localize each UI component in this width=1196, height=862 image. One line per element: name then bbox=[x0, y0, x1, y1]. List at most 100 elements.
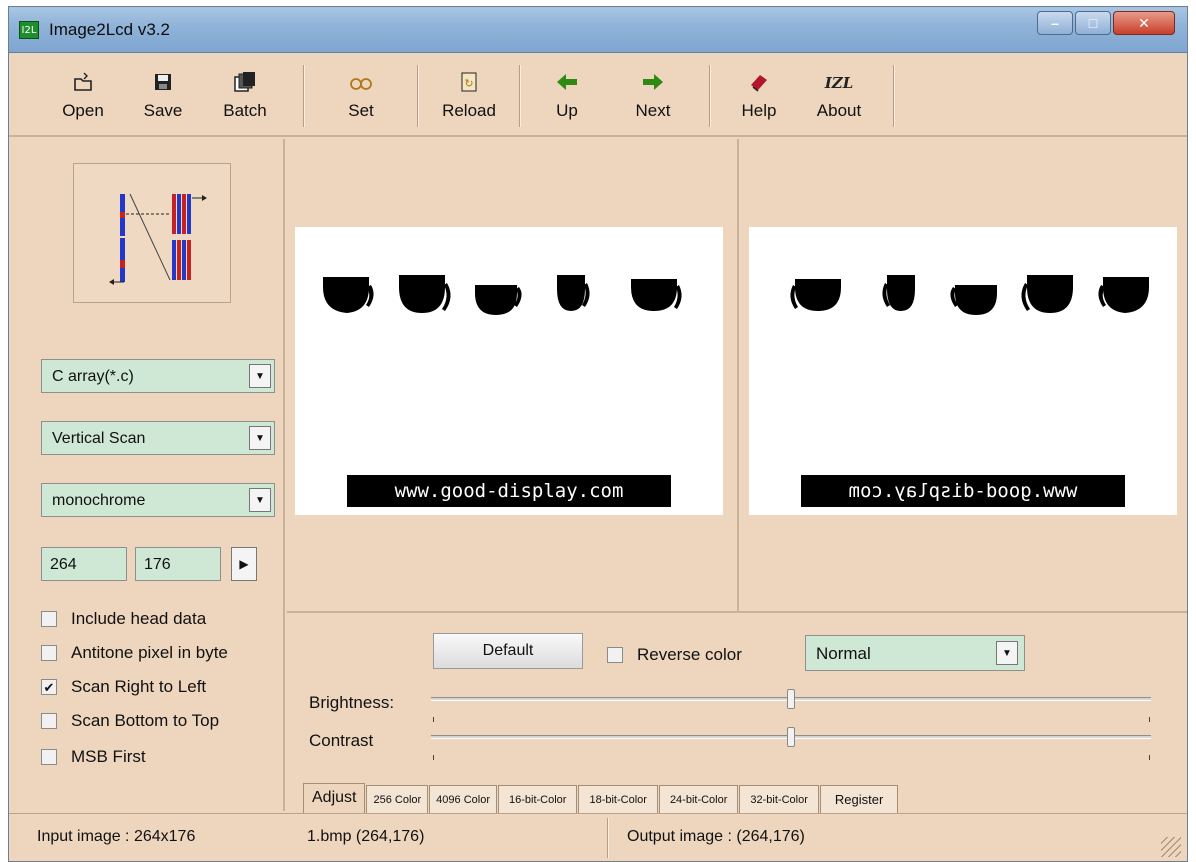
toolbar-separator bbox=[417, 65, 419, 127]
input-image: www.good-display.com bbox=[295, 227, 723, 515]
chevron-down-icon[interactable]: ▼ bbox=[249, 488, 271, 512]
open-button[interactable]: Open bbox=[51, 71, 115, 131]
save-label: Save bbox=[143, 101, 183, 120]
status-divider bbox=[607, 818, 609, 858]
chevron-down-icon[interactable]: ▼ bbox=[996, 641, 1018, 665]
toolbar-separator bbox=[519, 65, 521, 127]
option-label: Scan Bottom to Top bbox=[71, 711, 220, 730]
minimize-button[interactable]: – bbox=[1037, 11, 1073, 35]
option-scan-right-to-left[interactable]: ✔ Scan Right to Left bbox=[41, 673, 206, 701]
chevron-down-icon[interactable]: ▼ bbox=[249, 426, 271, 450]
height-value: 176 bbox=[144, 556, 171, 573]
tab-18-bit-color[interactable]: 18-bit-Color bbox=[578, 785, 658, 813]
svg-text:↻: ↻ bbox=[464, 77, 473, 90]
checkbox[interactable] bbox=[41, 645, 57, 661]
window-controls: – □ ✕ bbox=[1035, 11, 1175, 35]
option-include-head-data[interactable]: Include head data bbox=[41, 605, 206, 633]
floppy-disk-icon bbox=[131, 71, 195, 95]
tab-adjust[interactable]: Adjust bbox=[303, 783, 366, 813]
window-title: Image2Lcd v3.2 bbox=[49, 20, 170, 39]
reverse-color-option[interactable]: Reverse color bbox=[607, 645, 742, 665]
input-image-pane: www.good-display.com bbox=[287, 139, 739, 611]
about-label: About bbox=[816, 101, 862, 120]
batch-button[interactable]: Batch bbox=[213, 71, 277, 131]
help-button[interactable]: Help bbox=[727, 71, 791, 131]
resize-grip-icon[interactable] bbox=[1161, 837, 1181, 857]
help-label: Help bbox=[741, 101, 777, 120]
brightness-slider-thumb[interactable] bbox=[787, 689, 795, 709]
tab-256-color[interactable]: 256 Color bbox=[366, 785, 429, 813]
option-msb-first[interactable]: MSB First bbox=[41, 743, 146, 771]
save-button[interactable]: Save bbox=[131, 71, 195, 131]
scan-mode-select[interactable]: Vertical Scan ▼ bbox=[41, 421, 275, 455]
checkbox[interactable] bbox=[41, 713, 57, 729]
option-label: Include head data bbox=[71, 609, 207, 628]
tab-24-bit-color[interactable]: 24-bit-Color bbox=[658, 785, 739, 813]
set-button[interactable]: Set bbox=[329, 71, 393, 131]
checkbox[interactable] bbox=[41, 749, 57, 765]
contrast-label: Contrast bbox=[309, 731, 374, 750]
file-status: 1.bmp (264,176) bbox=[307, 828, 425, 845]
option-label: Scan Right to Left bbox=[71, 677, 207, 696]
tab-4096-color[interactable]: 4096 Color bbox=[429, 785, 497, 813]
brightness-slider[interactable] bbox=[431, 689, 1151, 709]
toolbar: Open Save Batch Set ↻ Reload Up Next Hel… bbox=[9, 53, 1187, 137]
slider-tick bbox=[1149, 755, 1150, 760]
checkbox-checked[interactable]: ✔ bbox=[41, 679, 57, 695]
toolbar-separator bbox=[709, 65, 711, 127]
close-button[interactable]: ✕ bbox=[1113, 11, 1175, 35]
input-image-status: Input image : 264x176 bbox=[37, 828, 196, 845]
next-button[interactable]: Next bbox=[621, 71, 685, 131]
scan-mode-value: Vertical Scan bbox=[52, 430, 146, 447]
default-button[interactable]: Default bbox=[433, 633, 583, 669]
output-type-select[interactable]: C array(*.c) ▼ bbox=[41, 359, 275, 393]
brightness-label: Brightness: bbox=[309, 693, 395, 712]
next-label: Next bbox=[635, 101, 671, 120]
slider-tick bbox=[1149, 717, 1150, 722]
app-icon: I2L bbox=[19, 21, 39, 39]
input-caption: www.good-display.com bbox=[347, 475, 671, 507]
up-button[interactable]: Up bbox=[535, 71, 599, 131]
settings-panel: C array(*.c) ▼ Vertical Scan ▼ monochrom… bbox=[9, 139, 285, 811]
contrast-slider[interactable] bbox=[431, 727, 1151, 747]
tab-register[interactable]: Register bbox=[819, 785, 899, 813]
about-button[interactable]: IZL About bbox=[807, 71, 871, 131]
tab-32-bit-color[interactable]: 32-bit-Color bbox=[739, 785, 819, 813]
height-input[interactable]: 176 bbox=[135, 547, 221, 581]
apply-size-button[interactable]: ▶ bbox=[231, 547, 257, 581]
width-input[interactable]: 264 bbox=[41, 547, 127, 581]
status-bar: Input image : 264x176 1.bmp (264,176) Ou… bbox=[9, 813, 1187, 861]
checkbox[interactable] bbox=[607, 647, 623, 663]
option-scan-bottom-to-top[interactable]: Scan Bottom to Top bbox=[41, 707, 219, 735]
title-bar[interactable]: I2L Image2Lcd v3.2 – □ ✕ bbox=[9, 7, 1187, 53]
chevron-down-icon[interactable]: ▼ bbox=[249, 364, 271, 388]
cups-graphic-mirrored bbox=[790, 275, 1149, 315]
reload-icon: ↻ bbox=[437, 71, 501, 95]
mode-select[interactable]: Normal ▼ bbox=[805, 635, 1025, 671]
app-window: I2L Image2Lcd v3.2 – □ ✕ Open Save Batch bbox=[8, 6, 1188, 862]
set-label: Set bbox=[348, 101, 374, 120]
cups-graphic bbox=[323, 275, 682, 315]
toolbar-separator bbox=[893, 65, 895, 127]
toolbar-separator bbox=[303, 65, 305, 127]
scan-diagram-icon bbox=[109, 193, 207, 285]
arrow-left-icon bbox=[535, 71, 599, 95]
checkbox[interactable] bbox=[41, 611, 57, 627]
tab-16-bit-color[interactable]: 16-bit-Color bbox=[498, 785, 578, 813]
reload-button[interactable]: ↻ Reload bbox=[437, 71, 501, 131]
contrast-slider-thumb[interactable] bbox=[787, 727, 795, 747]
batch-label: Batch bbox=[223, 101, 267, 120]
tab-strip: Adjust 256 Color 4096 Color 16-bit-Color… bbox=[303, 783, 899, 813]
maximize-button[interactable]: □ bbox=[1075, 11, 1111, 35]
color-mode-select[interactable]: monochrome ▼ bbox=[41, 483, 275, 517]
option-label: Antitone pixel in byte bbox=[71, 643, 228, 662]
option-antitone-pixel[interactable]: Antitone pixel in byte bbox=[41, 639, 228, 667]
slider-tick bbox=[433, 717, 434, 722]
output-image-pane: www.good-display.com bbox=[741, 139, 1187, 611]
open-folder-icon bbox=[51, 71, 115, 95]
reload-label: Reload bbox=[442, 101, 496, 120]
glasses-icon bbox=[329, 71, 393, 95]
color-mode-value: monochrome bbox=[52, 492, 146, 509]
option-label: MSB First bbox=[71, 747, 146, 766]
output-type-value: C array(*.c) bbox=[52, 368, 134, 385]
